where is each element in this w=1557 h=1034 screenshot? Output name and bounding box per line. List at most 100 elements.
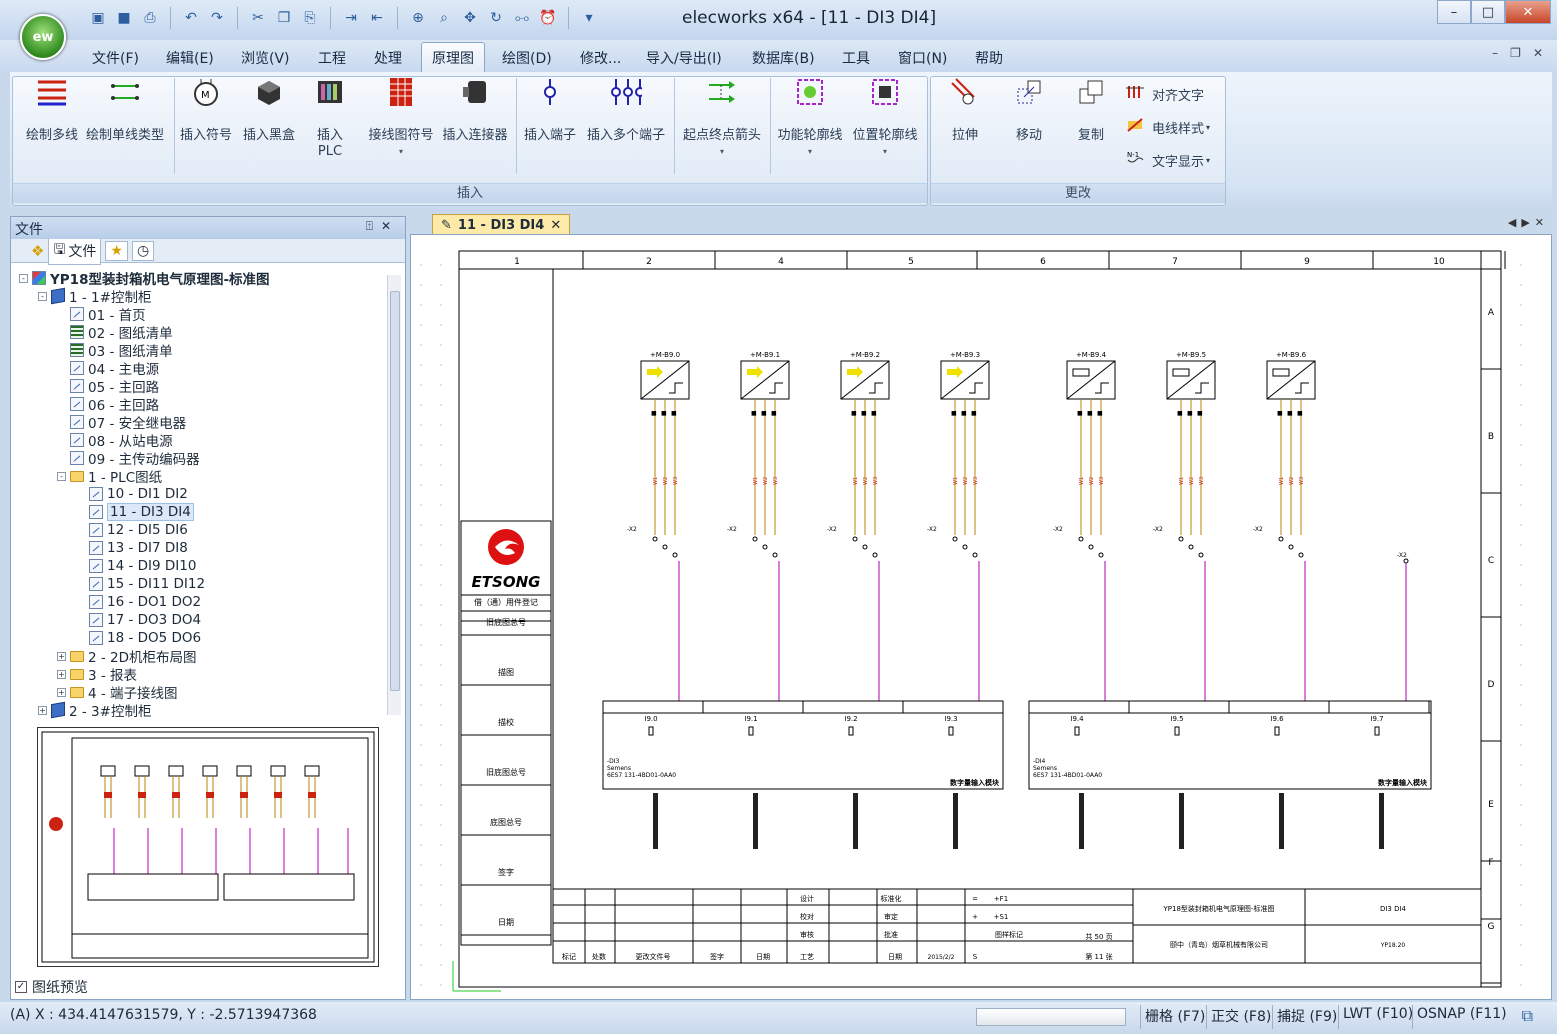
dropdown-arrow-icon[interactable]: ▾: [362, 144, 440, 160]
menu-10[interactable]: 工具: [834, 46, 878, 70]
maximize-button[interactable]: □: [1471, 0, 1505, 24]
zoom-icon[interactable]: ⌕: [432, 6, 456, 30]
ribbon-button-location-outline[interactable]: 位置轮廓线 ▾: [846, 76, 924, 160]
menu-2[interactable]: 浏览(V): [233, 46, 298, 70]
menu-9[interactable]: 数据库(B): [744, 46, 823, 70]
tree-item[interactable]: +2 - 3#控制柜: [38, 701, 151, 720]
status-toggle-0[interactable]: 栅格 (F7): [1140, 1005, 1209, 1029]
ribbon-small-wire-style[interactable]: 电线样式 ▾: [1126, 117, 1210, 137]
tree-item[interactable]: 01 - 首页: [57, 305, 146, 324]
mdi-close-icon[interactable]: ✕: [1533, 46, 1543, 60]
tree-item[interactable]: +4 - 端子接线图: [57, 683, 178, 702]
ribbon-button-blackbox[interactable]: 插入黑盒: [238, 76, 300, 144]
ribbon-button-plc[interactable]: 插入 PLC: [310, 76, 350, 160]
tree-item[interactable]: 06 - 主回路: [57, 395, 159, 414]
tree-item[interactable]: - 1 - PLC图纸: [57, 467, 162, 486]
ribbon-button-move[interactable]: 移动: [1004, 76, 1054, 144]
ribbon-button-function-outline[interactable]: 功能轮廓线 ▾: [772, 76, 848, 160]
properties-icon[interactable]: ❖: [31, 242, 44, 260]
undo-icon[interactable]: ↶: [179, 6, 203, 30]
menu-7[interactable]: 修改...: [572, 46, 629, 70]
tree-item[interactable]: 14 - DI9 DI10: [76, 557, 196, 575]
menu-4[interactable]: 处理: [366, 46, 410, 70]
tree-item[interactable]: 15 - DI11 DI12: [76, 575, 205, 593]
status-toggle-2[interactable]: 捕捉 (F9): [1272, 1005, 1341, 1029]
collapse-icon[interactable]: -: [38, 291, 47, 301]
tree-item[interactable]: 10 - DI1 DI2: [76, 485, 188, 503]
tab-navigation[interactable]: ◀▶✕: [1508, 216, 1549, 229]
expand-icon[interactable]: +: [38, 705, 47, 715]
ribbon-button-connector[interactable]: 插入连接器: [438, 76, 512, 144]
preview-checkbox[interactable]: ✓ 图纸预览: [15, 977, 88, 997]
import-icon[interactable]: ⇥: [339, 6, 363, 30]
panel-close-icon[interactable]: ✕: [381, 219, 399, 233]
ribbon-button-multi-terminal[interactable]: 插入多个端子: [582, 76, 670, 144]
ribbon-button-multiline[interactable]: 绘制多线: [18, 76, 86, 144]
binoculars-icon[interactable]: ⧟: [510, 6, 534, 30]
expand-icon[interactable]: +: [57, 651, 66, 661]
menu-8[interactable]: 导入/导出(I): [638, 46, 730, 70]
print-icon[interactable]: ⎙: [138, 6, 162, 30]
menu-12[interactable]: 帮助: [967, 46, 1011, 70]
menu-1[interactable]: 编辑(E): [158, 46, 222, 70]
redo-icon[interactable]: ↷: [205, 6, 229, 30]
tree-item[interactable]: +2 - 2D机柜布局图: [57, 647, 197, 666]
tree-item[interactable]: 05 - 主回路: [57, 377, 159, 396]
ribbon-button-copy[interactable]: 复制: [1066, 76, 1116, 144]
ribbon-button-origin-dest-arrow[interactable]: 起点终点箭头 ▾: [674, 76, 770, 160]
mdi-restore-icon[interactable]: ❐: [1510, 46, 1521, 60]
pan-icon[interactable]: ✥: [458, 6, 482, 30]
status-toggle-4[interactable]: OSNAP (F11): [1412, 1005, 1511, 1029]
status-toggle-3[interactable]: LWT (F10): [1338, 1005, 1417, 1029]
paste-icon[interactable]: ⎘: [298, 6, 322, 30]
ribbon-button-wiring-symbol[interactable]: 接线图符号 ▾: [362, 76, 440, 160]
tree-item[interactable]: +3 - 报表: [57, 665, 137, 684]
ribbon-button-terminal[interactable]: 插入端子: [518, 76, 582, 144]
pin-icon[interactable]: ⍐: [366, 219, 381, 233]
tree-item[interactable]: - 1 - 1#控制柜: [38, 287, 151, 306]
dropdown-arrow-icon[interactable]: ▾: [846, 144, 924, 160]
ribbon-small-text-display[interactable]: N-1 文字显示 ▾: [1126, 150, 1210, 170]
minimize-button[interactable]: –: [1437, 0, 1471, 24]
application-button[interactable]: ew: [20, 14, 66, 60]
checkbox-icon[interactable]: ✓: [15, 981, 27, 993]
tree-item[interactable]: 13 - DI7 DI8: [76, 539, 188, 557]
clock-icon[interactable]: ⏰: [536, 6, 560, 30]
tab-close-icon[interactable]: ✕: [550, 218, 561, 233]
dropdown-arrow-icon[interactable]: ▾: [772, 144, 848, 160]
menu-5[interactable]: 原理图: [421, 42, 485, 72]
zoom-window-icon[interactable]: ⊕: [406, 6, 430, 30]
close-button[interactable]: ✕: [1505, 0, 1551, 24]
schematic-drawing[interactable]: 1 2 4 5 6 7 9 10ABCDEFGETSONG借（通）用件登记旧底图总号描图描校旧…: [411, 235, 1551, 999]
drawing-canvas[interactable]: 1 2 4 5 6 7 9 10 A B C D E F G ETSONG 借（通）用件登记 旧底图总号 描图 描校旧…: [410, 234, 1552, 1000]
ribbon-small-align-text[interactable]: 对齐文字: [1126, 84, 1204, 104]
tree-item[interactable]: 04 - 主电源: [57, 359, 159, 378]
tree-item[interactable]: - YP18型装封箱机电气原理图-标准图: [19, 269, 270, 288]
ribbon-button-motor-symbol[interactable]: M 插入符号: [174, 76, 238, 144]
layout-icon[interactable]: ⧉: [1522, 1006, 1533, 1026]
ribbon-button-singleline[interactable]: 绘制单线类型: [80, 76, 170, 144]
export-icon[interactable]: ⇤: [365, 6, 389, 30]
dropdown-icon[interactable]: ▾: [577, 6, 601, 30]
collapse-icon[interactable]: -: [19, 273, 28, 283]
ribbon-button-stretch[interactable]: 拉伸: [940, 76, 990, 144]
mdi-minimize-icon[interactable]: –: [1492, 46, 1498, 60]
menu-11[interactable]: 窗口(N): [890, 46, 955, 70]
menu-3[interactable]: 工程: [310, 46, 354, 70]
expand-icon[interactable]: +: [57, 669, 66, 679]
favorites-icon[interactable]: ★: [105, 240, 128, 261]
tree-item[interactable]: 09 - 主传动编码器: [57, 449, 200, 468]
status-toggle-1[interactable]: 正交 (F8): [1206, 1005, 1275, 1029]
dropdown-arrow-icon[interactable]: ▾: [1206, 123, 1210, 132]
tree-scrollbar[interactable]: [387, 275, 401, 715]
menu-0[interactable]: 文件(F): [84, 46, 147, 70]
tree-item[interactable]: 17 - DO3 DO4: [76, 611, 201, 629]
expand-icon[interactable]: +: [57, 687, 66, 697]
tree-item[interactable]: 18 - DO5 DO6: [76, 629, 201, 647]
dropdown-arrow-icon[interactable]: ▾: [674, 144, 770, 160]
tree-item-selected[interactable]: 11 - DI3 DI4: [76, 503, 194, 521]
dropdown-arrow-icon[interactable]: ▾: [1206, 156, 1210, 165]
tree-item[interactable]: 07 - 安全继电器: [57, 413, 186, 432]
history-icon[interactable]: ◷: [131, 240, 155, 261]
tree-item[interactable]: 02 - 图纸清单: [57, 323, 173, 342]
